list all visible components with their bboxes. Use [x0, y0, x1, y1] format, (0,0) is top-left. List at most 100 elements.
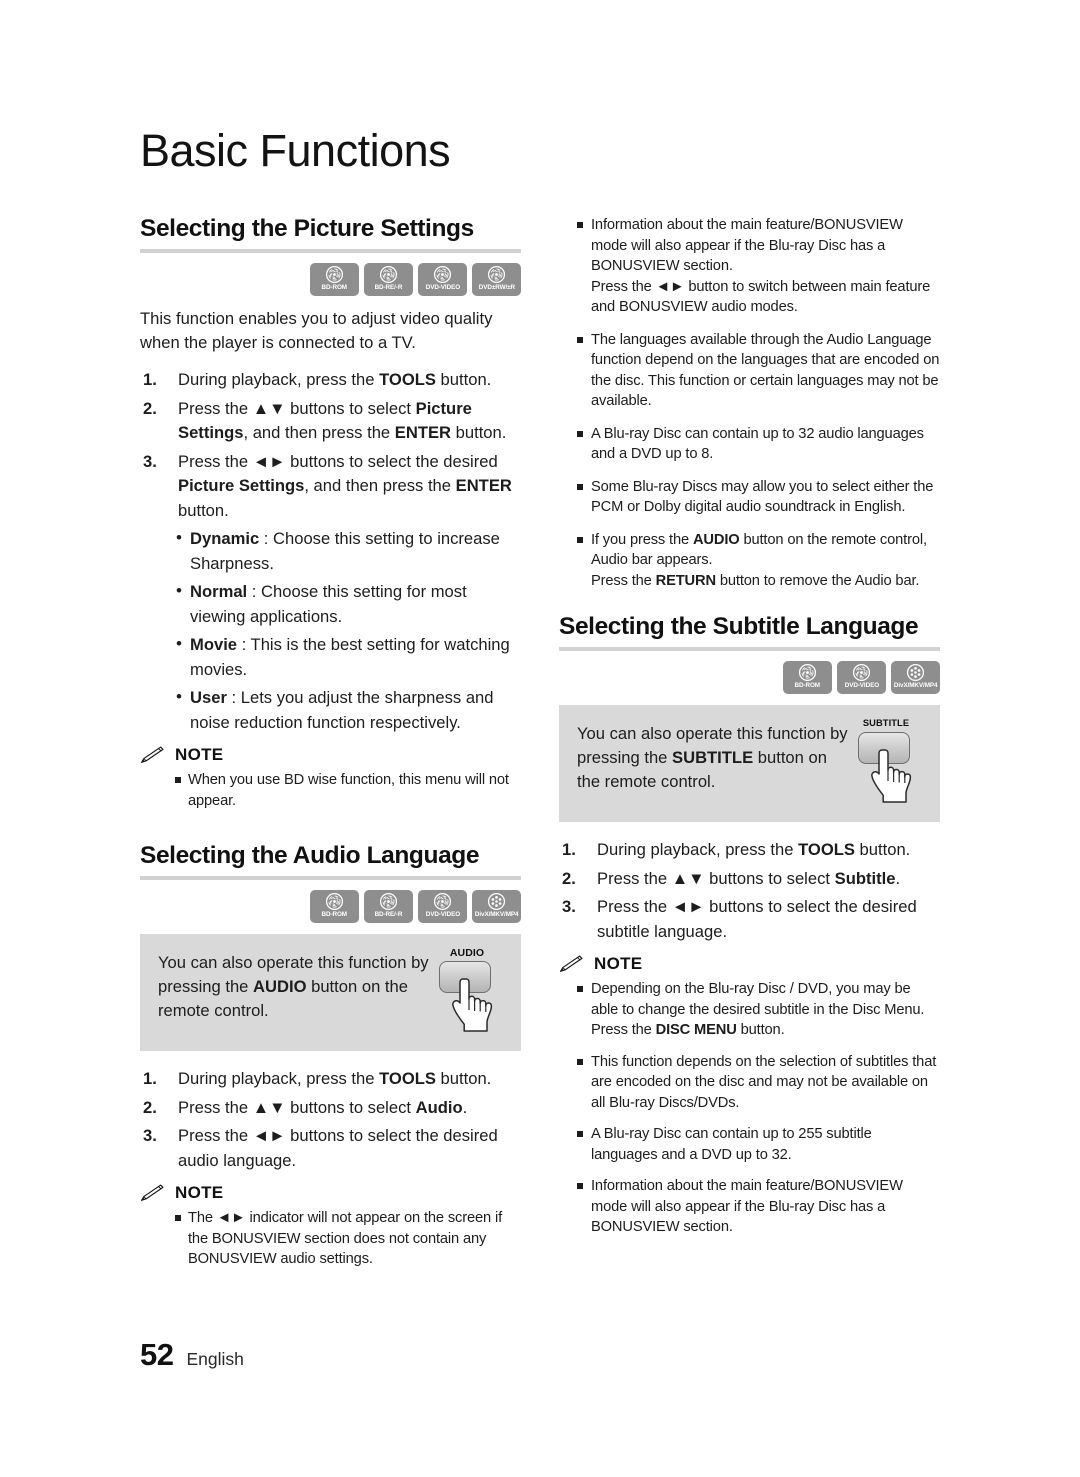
disc-glyph-icon — [433, 893, 452, 911]
body-text: . — [895, 868, 901, 888]
subtitle-notes-list: Depending on the Blu-ray Disc / DVD, you… — [559, 979, 940, 1238]
numbered-step: 1. During playback, press the TOOLS butto… — [140, 368, 521, 393]
body-text: During playback, press the — [178, 370, 380, 390]
disc-glyph-icon — [798, 664, 817, 682]
note-item: Information about the main feature/BONUS… — [559, 215, 940, 318]
step-number: 1. — [562, 840, 576, 860]
body-text: The languages available through the Audi… — [591, 331, 940, 410]
body-text: Press the — [591, 572, 656, 589]
body-text: Press the ◄► buttons to select the desir… — [597, 897, 917, 941]
body-text: The ◄► indicator will not appear on the … — [188, 1210, 503, 1268]
body-text: button. — [854, 840, 911, 860]
body-text: button. — [435, 1069, 492, 1089]
emphasis-text: Movie — [190, 635, 238, 655]
numbered-step: 2. Press the ▲▼ buttons to select Subtitl… — [559, 867, 940, 892]
emphasis-text: TOOLS — [379, 1069, 436, 1089]
disc-glyph-icon — [379, 893, 398, 911]
manual-page: Basic Functions Selecting the Picture Se… — [0, 0, 1080, 1477]
numbered-step: 2. Press the ▲▼ buttons to select Picture… — [140, 397, 521, 446]
body-text: Press the ▲▼ buttons to select — [597, 868, 835, 888]
disc-glyph-icon — [906, 664, 925, 682]
note-item: A Blu-ray Disc can contain up to 255 sub… — [559, 1124, 940, 1165]
subtitle-remote-button-illustration: SUBTITLE — [850, 718, 922, 804]
disc-badge-label: BD-ROM — [321, 911, 348, 919]
disc-badge-label: DVD-VIDEO — [844, 682, 879, 690]
emphasis-text: ENTER — [455, 476, 512, 496]
note-item: The ◄► indicator will not appear on the … — [140, 1208, 521, 1270]
picture-steps-list: 1. During playback, press the TOOLS butto… — [140, 368, 521, 523]
disc-badge-label: DivX/MKV/MP4 — [893, 682, 938, 690]
disc-glyph-icon — [487, 266, 506, 284]
note-header-audio: NOTE — [140, 1183, 521, 1203]
disc-badge-label: DVD-VIDEO — [425, 284, 460, 292]
note-item: Depending on the Blu-ray Disc / DVD, you… — [559, 979, 940, 1041]
body-text: During playback, press the — [178, 1069, 380, 1089]
chapter-title: Basic Functions — [140, 125, 451, 176]
note-item: A Blu-ray Disc can contain up to 32 audi… — [559, 424, 940, 465]
note-item: If you press the AUDIO button on the rem… — [559, 530, 940, 592]
note-header-subtitle: NOTE — [559, 954, 940, 974]
numbered-step: 2. Press the ▲▼ buttons to select Audio. — [140, 1096, 521, 1121]
disc-badge-divx-mkv-mp4: DivX/MKV/MP4 — [891, 661, 940, 695]
numbered-step: 3. Press the ◄► buttons to select the des… — [140, 1124, 521, 1173]
disc-badge-bd-rom: BD-ROM — [310, 890, 359, 924]
note-item: Information about the main feature/BONUS… — [559, 1176, 940, 1238]
emphasis-text: RETURN — [655, 572, 716, 589]
picture-option-item: User : Lets you adjust the sharpness and… — [140, 685, 521, 735]
disc-glyph-icon — [433, 266, 452, 284]
body-text: Press the ◄► button to switch between ma… — [591, 278, 931, 316]
audio-steps-list: 1. During playback, press the TOOLS butto… — [140, 1067, 521, 1173]
numbered-step: 1. During playback, press the TOOLS butto… — [559, 838, 940, 863]
disc-badge-bd-re-r: BD-RE/-R — [364, 263, 413, 297]
disc-badge-bd-re-r: BD-RE/-R — [364, 890, 413, 924]
step-number: 3. — [562, 897, 576, 917]
right-column: Information about the main feature/BONUS… — [559, 215, 940, 1249]
numbered-step: 1. During playback, press the TOOLS butto… — [140, 1067, 521, 1092]
note-label: NOTE — [175, 745, 224, 765]
disc-glyph-icon — [379, 266, 398, 284]
emphasis-text: AUDIO — [253, 977, 307, 997]
note-header-picture: NOTE — [140, 745, 521, 765]
step-number: 2. — [562, 868, 576, 888]
heading-rule — [140, 876, 521, 881]
disc-badge-label: DivX/MKV/MP4 — [474, 911, 519, 919]
disc-compat-row-subtitle: BD-ROM DVD-VIDEO DivX/MKV/MP4 — [559, 661, 940, 695]
step-number: 1. — [143, 1069, 157, 1089]
emphasis-text: Subtitle — [834, 868, 896, 888]
body-text: When you use BD wise function, this menu… — [188, 772, 509, 809]
pencil-icon — [140, 1184, 164, 1201]
subtitle-callout-text: You can also operate this function by pr… — [577, 722, 850, 794]
body-text: button to remove the Audio bar. — [715, 572, 920, 589]
emphasis-text: ENTER — [394, 423, 452, 443]
body-text: button. — [435, 370, 492, 390]
disc-badge-label: BD-ROM — [321, 284, 348, 292]
disc-badge-bd-rom: BD-ROM — [783, 661, 832, 695]
subtitle-remote-callout: You can also operate this function by pr… — [559, 705, 940, 823]
body-text: : This is the best setting for watching … — [190, 635, 510, 679]
emphasis-text: TOOLS — [379, 370, 436, 390]
note-item: The languages available through the Audi… — [559, 330, 940, 412]
left-column: Selecting the Picture Settings BD-ROM BD-… — [140, 215, 521, 1281]
step-number: 2. — [143, 398, 157, 418]
body-text: , and then press the — [304, 476, 456, 496]
body-text: : Lets you adjust the sharpness and nois… — [190, 688, 494, 732]
emphasis-text: TOOLS — [798, 840, 855, 860]
body-text: , and then press the — [243, 423, 395, 443]
body-text: Press the ◄► buttons to select the desir… — [178, 1126, 498, 1170]
note-label: NOTE — [175, 1183, 224, 1203]
disc-badge-divx-mkv-mp4: DivX/MKV/MP4 — [472, 890, 521, 924]
disc-badge-label: BD-ROM — [794, 682, 821, 690]
emphasis-text: SUBTITLE — [672, 748, 754, 768]
body-text: . — [462, 1097, 468, 1117]
emphasis-text: AUDIO — [692, 531, 740, 548]
emphasis-text: Picture Settings — [178, 476, 305, 496]
page-language: English — [186, 1349, 244, 1369]
disc-glyph-icon — [325, 266, 344, 284]
body-text: If you press the — [591, 531, 693, 548]
disc-badge-label: DVD-VIDEO — [425, 911, 460, 919]
step-number: 3. — [143, 1126, 157, 1146]
picture-notes-list: When you use BD wise function, this menu… — [140, 770, 521, 811]
disc-compat-row-audio: BD-ROM BD-RE/-R DVD-VIDEO DivX/MKV/MP4 — [140, 890, 521, 924]
subtitle-steps-list: 1. During playback, press the TOOLS butto… — [559, 838, 940, 944]
audio-button-label: AUDIO — [449, 947, 485, 960]
